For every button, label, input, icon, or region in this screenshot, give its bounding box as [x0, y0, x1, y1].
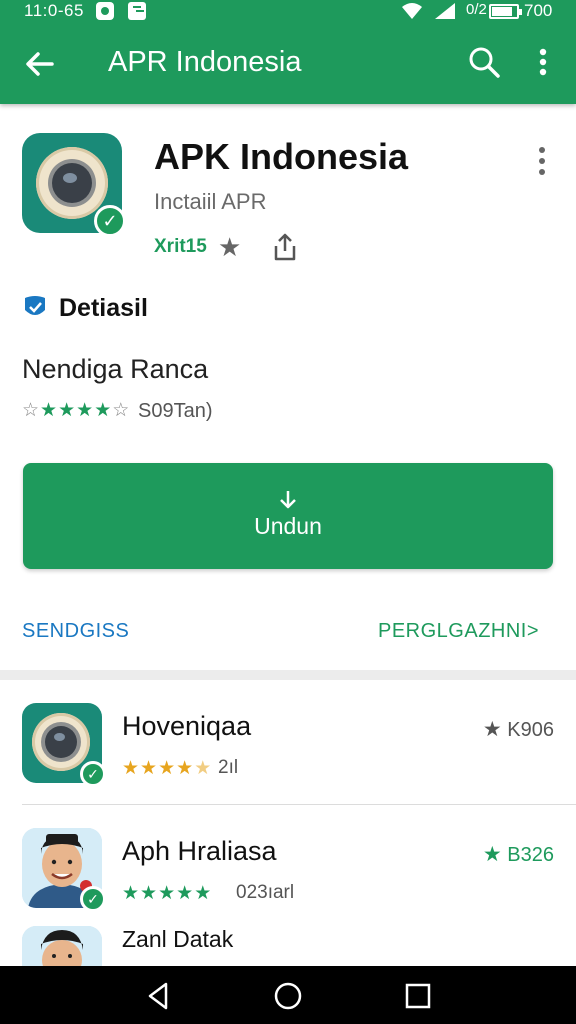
verified-check-icon: ✓: [80, 886, 106, 912]
battery-icon: [489, 4, 522, 19]
app-bar: APR Indonesia: [0, 24, 576, 104]
camera-app-icon: [32, 713, 90, 771]
list-divider: [22, 804, 576, 805]
list-item[interactable]: ✓ Aph Hraliasa ★★★★★ 023ıarl ★ B326: [0, 828, 576, 912]
star-icon: ★: [76, 400, 95, 421]
download-arrow-icon: [280, 491, 296, 509]
star-icon: ☆: [22, 400, 41, 421]
top-bar: 11:0-65 0/2 700 APR Indonesia: [0, 0, 576, 104]
back-triangle-icon[interactable]: [142, 980, 174, 1012]
rating-stars: ★★★★★: [122, 883, 212, 904]
star-icon: ☆: [112, 400, 131, 421]
list-item-count: 2ıl: [218, 757, 239, 778]
list-item[interactable]: ✓ Hoveniqaa ★★★★★ 2ıl ★ K906: [0, 703, 576, 787]
signal-icon: [435, 3, 455, 19]
list-item-code: K906: [507, 719, 554, 741]
recents-square-icon[interactable]: [402, 980, 434, 1012]
section-divider: [0, 670, 576, 680]
wifi-icon: [402, 3, 422, 19]
shield-check-icon: [25, 296, 45, 315]
star-icon: ★: [194, 758, 213, 779]
list-item[interactable]: Zanl Datak: [0, 926, 576, 966]
person-avatar-icon: ✓: [22, 828, 106, 912]
rating-text: Xrit15: [154, 236, 207, 257]
link-left[interactable]: SENDGISS: [22, 620, 129, 643]
battery-level: [492, 7, 512, 16]
list-item-name: Aph Hraliasa: [122, 836, 277, 866]
list-item-name: Hoveniqaa: [122, 711, 252, 741]
details-heading: Detiasil: [22, 290, 322, 324]
star-icon[interactable]: ★: [218, 232, 241, 263]
back-arrow-icon[interactable]: [20, 44, 60, 84]
star-icon: ★: [94, 400, 113, 421]
star-icon: ★: [140, 883, 159, 904]
details-label: Detiasil: [59, 294, 148, 322]
notification-icon: [96, 2, 114, 20]
notification-icon: [128, 2, 146, 20]
star-icon: ★: [122, 758, 141, 779]
star-icon: ★: [158, 883, 177, 904]
star-icon: ★: [140, 758, 159, 779]
list-item-code: B326: [507, 844, 554, 866]
app-subtitle: Inctaiil APR: [154, 189, 267, 214]
list-item-count: 023ıarl: [236, 882, 295, 903]
star-icon: ★: [176, 883, 195, 904]
app-icon: ✓: [22, 133, 126, 237]
list-item-right-meta: ★ K906: [483, 717, 554, 742]
details-item-name: Nendiga Ranca: [22, 354, 209, 384]
star-icon: ★: [482, 843, 502, 866]
app-meta: Xrit15 ★: [154, 232, 314, 262]
download-button[interactable]: Undun: [23, 463, 553, 569]
list-item-right-meta: ★ B326: [483, 842, 554, 867]
star-icon: ★: [122, 883, 141, 904]
details-rating: ☆★★★★☆ S09Tan): [22, 398, 322, 424]
list-item-stars: ★★★★★: [122, 757, 212, 780]
status-bar: 11:0-65 0/2 700: [0, 0, 576, 24]
rating-count: S09Tan): [138, 400, 213, 422]
list-item-name: Zanl Datak: [122, 926, 234, 952]
rating-stars: ☆★★★★☆: [22, 398, 130, 422]
battery-label: 0/2: [466, 1, 487, 18]
star-icon: ★: [158, 758, 177, 779]
share-icon[interactable]: [272, 232, 298, 262]
link-right[interactable]: PERGLGAZHNI>: [378, 620, 539, 643]
star-icon: ★: [194, 883, 213, 904]
app-bar-title: APR Indonesia: [108, 46, 302, 78]
star-icon: ★: [482, 718, 502, 741]
search-icon[interactable]: [464, 42, 504, 82]
star-icon: ★: [40, 400, 59, 421]
verified-check-icon: ✓: [80, 761, 106, 787]
more-vert-icon[interactable]: [532, 144, 552, 178]
status-time: 11:0-65: [24, 1, 84, 20]
app-name: APK Indonesia: [154, 136, 409, 177]
app-icon: ✓: [22, 703, 106, 787]
person-avatar-icon: [22, 926, 102, 966]
star-icon: ★: [176, 758, 195, 779]
home-circle-icon[interactable]: [272, 980, 304, 1012]
battery-percent: 700: [524, 1, 553, 20]
more-vert-icon[interactable]: [530, 42, 556, 82]
avatar-illustration: [22, 926, 102, 966]
system-nav-bar: [0, 966, 576, 1024]
list-item-stars: ★★★★★: [122, 882, 212, 905]
download-label: Undun: [254, 513, 322, 539]
rating-stars: ★★★★★: [122, 758, 212, 779]
camera-app-icon: [36, 147, 108, 219]
star-icon: ★: [58, 400, 77, 421]
verified-check-icon: ✓: [94, 205, 126, 237]
avatar-image: [22, 926, 102, 966]
